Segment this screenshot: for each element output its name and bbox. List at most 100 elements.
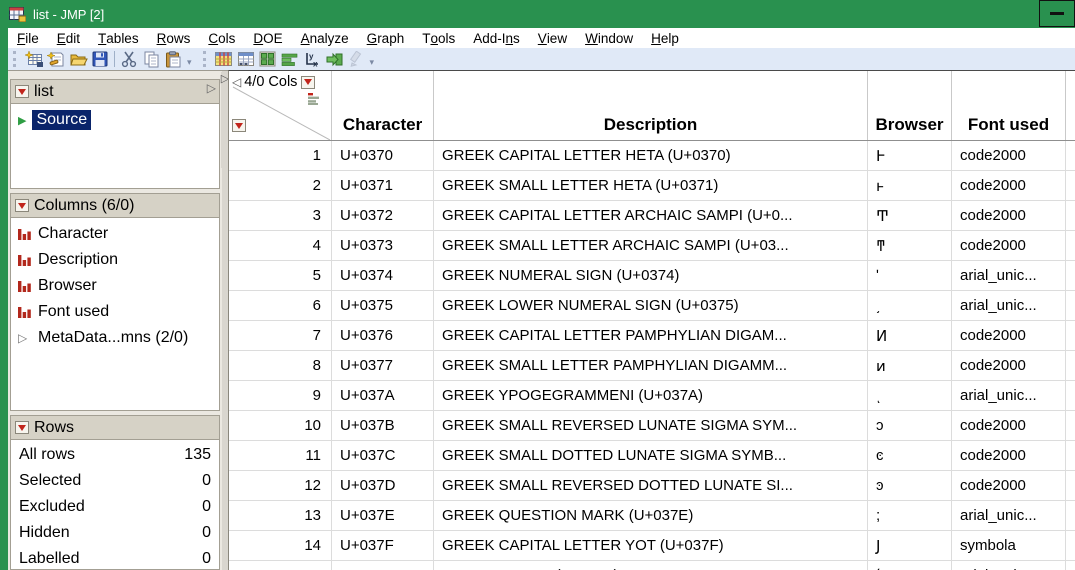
browser-cell[interactable]: ͷ: [867, 351, 951, 380]
column-item-font-used[interactable]: Font used: [11, 299, 219, 325]
menu-doe[interactable]: D OE: [244, 28, 291, 48]
row-number-cell[interactable]: 7: [229, 321, 331, 350]
menu-file[interactable]: File: [8, 28, 48, 48]
row-number-cell[interactable]: 5: [229, 261, 331, 290]
browser-cell[interactable]: ͽ: [867, 471, 951, 500]
new-script-button[interactable]: [45, 49, 67, 69]
column-item-metadata-mns-2-0[interactable]: ▷ MetaData...mns (2/0): [11, 325, 219, 351]
character-cell[interactable]: U+0373: [331, 231, 433, 260]
menu-cols[interactable]: Cols: [199, 28, 244, 48]
row-number-cell[interactable]: 1: [229, 141, 331, 170]
row-number-cell[interactable]: 6: [229, 291, 331, 320]
column-header-font-used[interactable]: Font used: [951, 71, 1065, 140]
font-used-cell[interactable]: code2000: [951, 231, 1065, 260]
collapse-columns-icon[interactable]: ◁: [232, 75, 241, 89]
run-script-button[interactable]: [323, 49, 345, 69]
description-cell[interactable]: GREEK SMALL REVERSED LUNATE SIGMA SYM...: [433, 411, 867, 440]
font-used-cell[interactable]: arial_unic...: [951, 261, 1065, 290]
row-number-cell[interactable]: 4: [229, 231, 331, 260]
row-number-cell[interactable]: 14: [229, 531, 331, 560]
row-number-cell[interactable]: 10: [229, 411, 331, 440]
fit-y-by-x-button[interactable]: y x: [301, 49, 323, 69]
new-data-table-button[interactable]: [23, 49, 45, 69]
columns-menu-button[interactable]: [301, 75, 316, 89]
description-cell[interactable]: GREEK CAPITAL LETTER PAMPHYLIAN DIGAM...: [433, 321, 867, 350]
description-cell[interactable]: GREEK CAPITAL LETTER YOT (U+037F): [433, 531, 867, 560]
panel-expand-icon[interactable]: ▷: [207, 81, 216, 95]
toolbar-overflow-icon[interactable]: ▾: [370, 57, 375, 68]
copy-button[interactable]: [140, 49, 162, 69]
data-table-button[interactable]: [213, 49, 235, 69]
toolbar-drag-handle[interactable]: [13, 51, 19, 67]
save-button[interactable]: [89, 49, 111, 69]
column-item-description[interactable]: Description: [11, 247, 219, 273]
font-used-cell[interactable]: arial_unic...: [951, 501, 1065, 530]
open-button[interactable]: [67, 49, 89, 69]
character-cell[interactable]: U+037B: [331, 411, 433, 440]
row-number-cell[interactable]: 9: [229, 381, 331, 410]
description-cell[interactable]: GREEK SMALL DOTTED LUNATE SIGMA SYMB...: [433, 441, 867, 470]
browser-cell[interactable]: Ϳ: [867, 531, 951, 560]
description-cell[interactable]: GREEK SMALL LETTER PAMPHYLIAN DIGAMM...: [433, 351, 867, 380]
description-cell[interactable]: GREEK SMALL LETTER ARCHAIC SAMPI (U+03..…: [433, 231, 867, 260]
character-cell[interactable]: U+0376: [331, 321, 433, 350]
character-cell[interactable]: U+037A: [331, 381, 433, 410]
font-used-cell[interactable]: code2000: [951, 351, 1065, 380]
paste-button[interactable]: [162, 49, 184, 69]
character-cell[interactable]: U+037C: [331, 441, 433, 470]
source-label[interactable]: Source: [32, 110, 92, 130]
column-header-description[interactable]: Description: [433, 71, 867, 140]
browser-cell[interactable]: ͳ: [867, 231, 951, 260]
description-cell[interactable]: GREEK LOWER NUMERAL SIGN (U+0375): [433, 291, 867, 320]
rows-menu-button[interactable]: [232, 119, 246, 132]
description-cell[interactable]: GREEK CAPITAL LETTER ARCHAIC SAMPI (U+0.…: [433, 201, 867, 230]
toolbar-drag-handle[interactable]: [202, 51, 209, 67]
menu-graph[interactable]: Graph: [358, 28, 414, 48]
column-list-icon[interactable]: [308, 92, 322, 105]
menu-edit[interactable]: Edit: [48, 28, 89, 48]
row-number-cell[interactable]: 8: [229, 351, 331, 380]
font-used-cell[interactable]: code2000: [951, 141, 1065, 170]
browser-cell[interactable]: ͼ: [867, 441, 951, 470]
browser-cell[interactable]: ͱ: [867, 171, 951, 200]
description-cell[interactable]: GREEK SMALL LETTER HETA (U+0371): [433, 171, 867, 200]
font-used-cell[interactable]: code2000: [951, 201, 1065, 230]
character-cell[interactable]: U+037F: [331, 531, 433, 560]
description-cell[interactable]: GREEK YPOGEGRAMMENI (U+037A): [433, 381, 867, 410]
column-item-character[interactable]: Character: [11, 221, 219, 247]
columns-panel-menu-button[interactable]: [15, 199, 29, 212]
description-cell[interactable]: GREEK QUESTION MARK (U+037E): [433, 501, 867, 530]
font-used-cell[interactable]: arial_unic...: [951, 381, 1065, 410]
browser-cell[interactable]: ͺ: [867, 381, 951, 410]
browser-cell[interactable]: ͵: [867, 291, 951, 320]
character-cell[interactable]: U+0377: [331, 351, 433, 380]
summary-table-button[interactable]: [235, 49, 257, 69]
browser-cell[interactable]: Ͷ: [867, 321, 951, 350]
menu-tables[interactable]: Tables: [89, 28, 148, 48]
expand-triangle-icon[interactable]: ▷: [18, 331, 32, 345]
row-number-cell[interactable]: 11: [229, 441, 331, 470]
browser-cell[interactable]: ΄: [867, 561, 951, 570]
column-header-character[interactable]: Character: [331, 71, 433, 140]
character-cell[interactable]: U+0370: [331, 141, 433, 170]
font-used-cell[interactable]: code2000: [951, 471, 1065, 500]
character-cell[interactable]: U+0375: [331, 291, 433, 320]
menu-view[interactable]: View: [529, 28, 576, 48]
grid-corner-cell[interactable]: ◁ 4/0 Cols: [229, 71, 331, 140]
table-panel-menu-button[interactable]: [15, 85, 29, 98]
character-cell[interactable]: U+0372: [331, 201, 433, 230]
cut-button[interactable]: [118, 49, 140, 69]
minimize-button[interactable]: [1039, 0, 1075, 27]
column-item-browser[interactable]: Browser: [11, 273, 219, 299]
font-used-cell[interactable]: arial_unic...: [951, 291, 1065, 320]
run-source-icon[interactable]: ▶: [18, 114, 26, 127]
rows-panel-menu-button[interactable]: [15, 421, 29, 434]
character-cell[interactable]: U+037D: [331, 471, 433, 500]
browser-cell[interactable]: Ͱ: [867, 141, 951, 170]
row-number-cell[interactable]: 3: [229, 201, 331, 230]
row-number-cell[interactable]: 12: [229, 471, 331, 500]
source-item[interactable]: ▶ Source: [11, 108, 219, 132]
description-cell[interactable]: GREEK CAPITAL LETTER HETA (U+0370): [433, 141, 867, 170]
menu-add-ins[interactable]: Add-I n s: [464, 28, 529, 48]
edit-button-disabled[interactable]: [345, 49, 367, 69]
